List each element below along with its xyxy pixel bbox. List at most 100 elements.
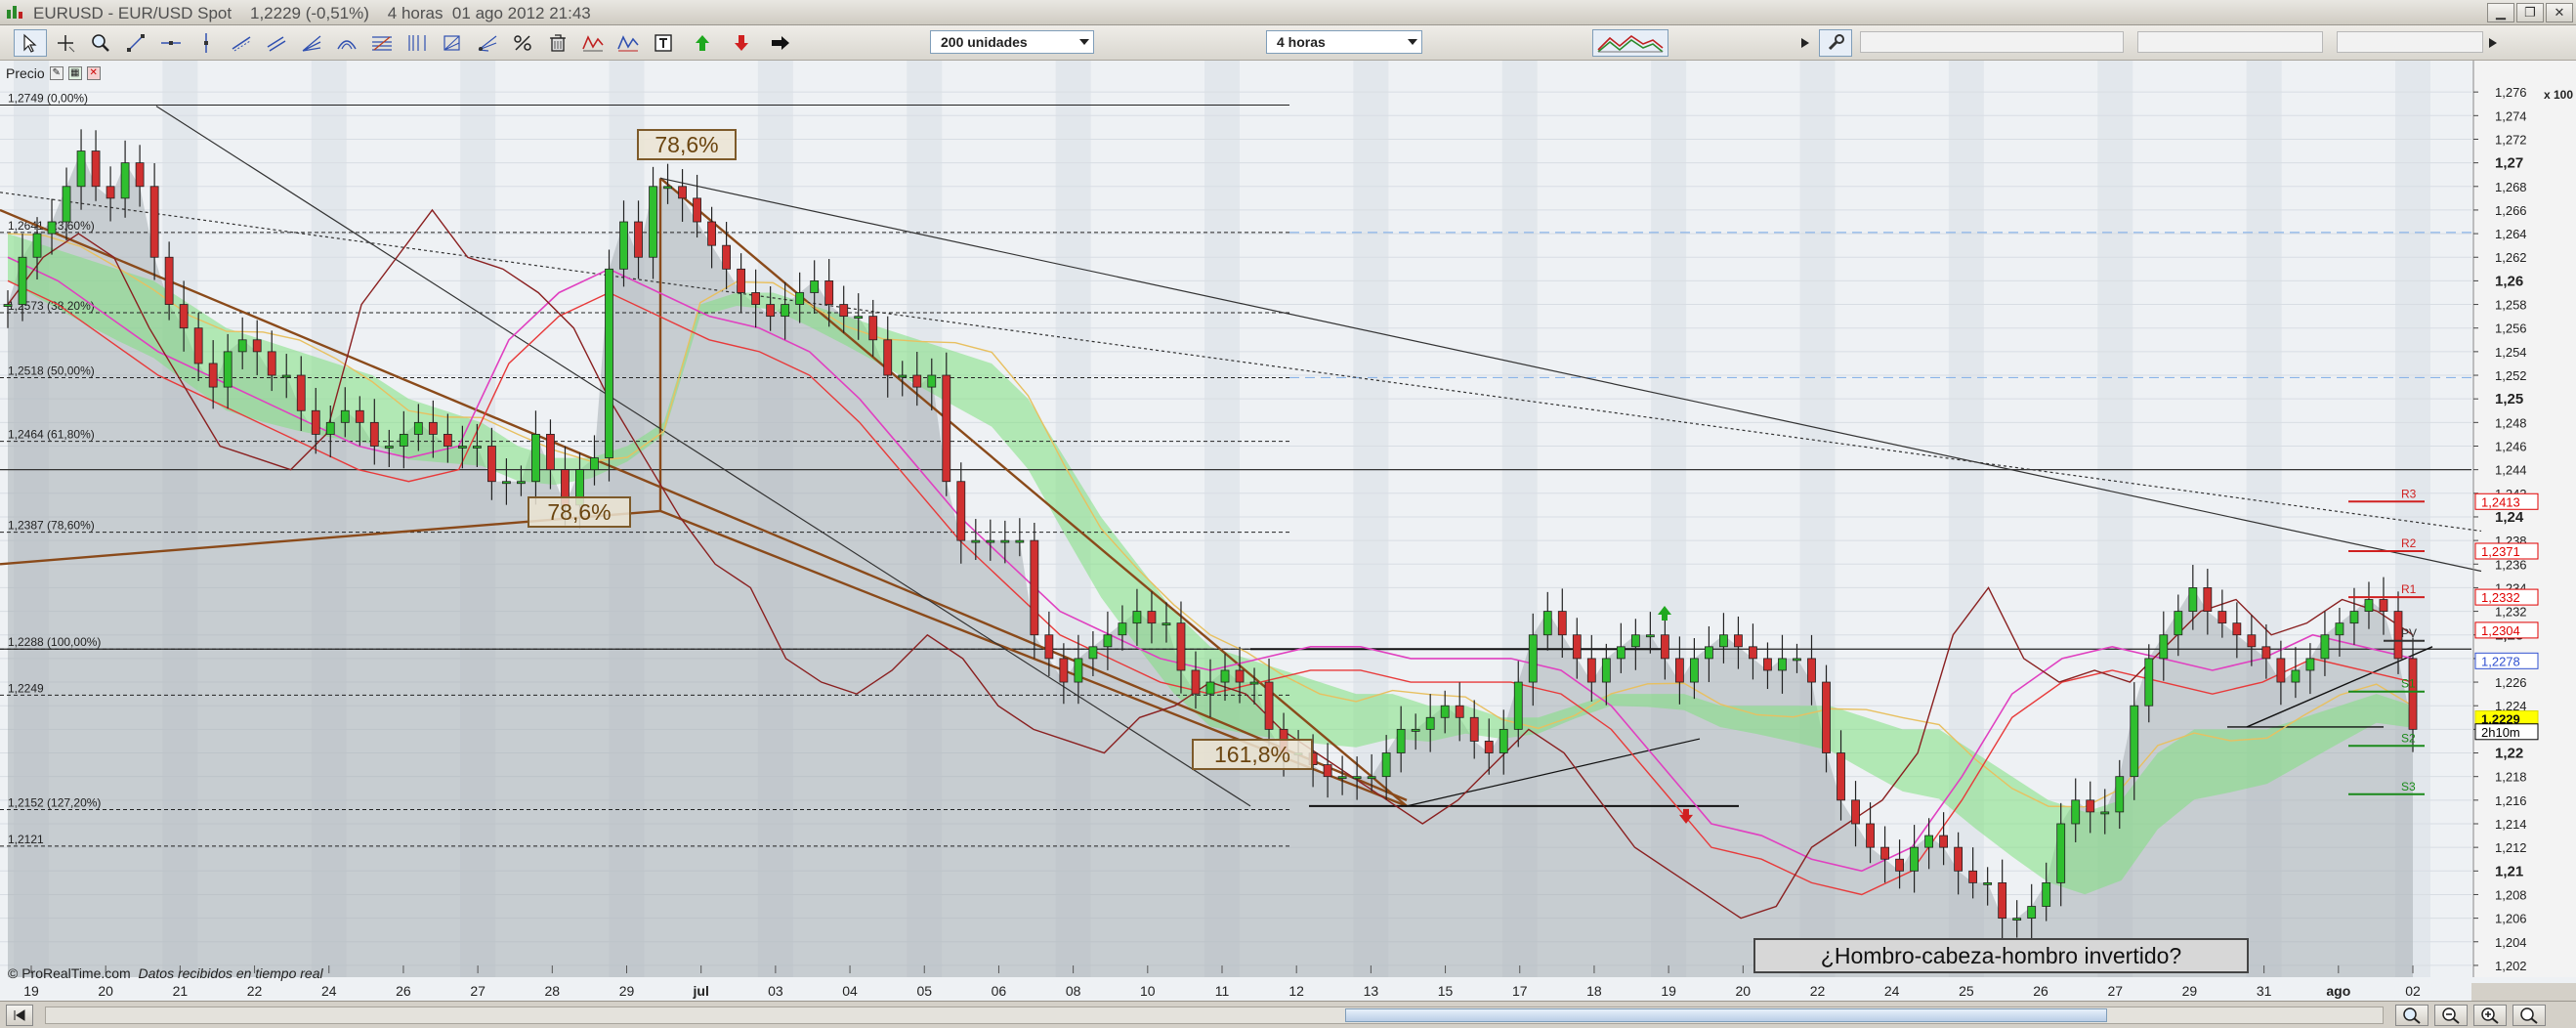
delete-tool-button[interactable]: [541, 29, 574, 57]
time-tick-label: 27: [2107, 983, 2124, 999]
cross-tool-button[interactable]: [49, 29, 82, 57]
candle-body: [810, 280, 820, 293]
magnifier-plus-icon: [2520, 1007, 2538, 1024]
chart-area[interactable]: 1,2749 (0,00%) 1,2641 (23,60%) 1,2573 (38,…: [0, 61, 2576, 983]
time-tick-label: 03: [768, 983, 783, 999]
candle-body: [296, 374, 306, 411]
price-tick-label: 1,274: [2495, 108, 2527, 123]
trend-line-tool-button[interactable]: [119, 29, 152, 57]
candle-body: [1074, 658, 1083, 683]
extra-field[interactable]: [2337, 31, 2483, 53]
units-combo[interactable]: 200 unidades: [930, 30, 1094, 54]
time-tick-label: 24: [320, 983, 337, 999]
fib-level-label: 1,2518 (50,00%): [8, 364, 95, 377]
price-tick-label: 1,244: [2495, 463, 2527, 478]
price-tick-label: 1,276: [2495, 85, 2527, 100]
wave-alt-tool-button[interactable]: [612, 29, 645, 57]
candle-body: [1572, 634, 1582, 660]
pencil-icon[interactable]: ✎: [49, 66, 63, 80]
zoom-out-button[interactable]: [2434, 1005, 2468, 1026]
candle-body: [883, 339, 893, 376]
candle-body: [971, 539, 981, 543]
close-button[interactable]: ✕: [2546, 3, 2573, 22]
magnifier-icon: [92, 34, 109, 52]
candle-body: [868, 316, 878, 341]
indicator-field[interactable]: [2137, 31, 2323, 53]
candle-body: [546, 434, 555, 471]
scroll-thumb[interactable]: [1345, 1008, 2107, 1022]
ray-tool-button[interactable]: [225, 29, 258, 57]
channel-icon: [267, 36, 286, 52]
time-tick-label: 04: [842, 983, 858, 999]
scroll-start-button[interactable]: [6, 1005, 33, 1026]
fibonacci-fan-tool-button[interactable]: [295, 29, 328, 57]
zoom-tool-button[interactable]: [84, 29, 117, 57]
candle-body: [1264, 681, 1274, 730]
pitchfork-tool-button[interactable]: [471, 29, 504, 57]
candle-body: [824, 280, 834, 305]
price-tick-label: 1,22: [2495, 746, 2523, 762]
time-tick-label: 29: [618, 983, 635, 999]
text-arc-tool-button[interactable]: [330, 29, 363, 57]
candle-body: [2305, 658, 2315, 671]
candle-body: [1352, 776, 1362, 780]
watermark-brand: © ProRealTime.com: [8, 965, 131, 981]
magnet-button[interactable]: [2513, 1005, 2546, 1026]
price-chart[interactable]: 1,2749 (0,00%)1,2641 (23,60%)1,2573 (38,…: [0, 61, 2576, 983]
play-button[interactable]: [1795, 29, 1815, 57]
fib-level-label: 1,2288 (100,00%): [8, 635, 101, 649]
time-axis: 19 20 21 22 24 26 27 28 29 jul 03 04 05 06 08 10 11 12 13 1…: [0, 983, 2471, 1001]
time-tick-label: 21: [172, 983, 189, 999]
channel-tool-button[interactable]: [260, 29, 293, 57]
price-tick-label: 1,246: [2495, 439, 2527, 453]
vertical-line-tool-button[interactable]: [190, 29, 223, 57]
price-tick-label: 1,25: [2495, 391, 2523, 407]
chart-style-icon: [1597, 35, 1664, 53]
candle-body: [649, 186, 657, 258]
buy-arrow-tool-button[interactable]: [686, 29, 719, 57]
fibonacci-retracement-tool-button[interactable]: [365, 29, 399, 57]
zoom-fit-button[interactable]: [2395, 1005, 2428, 1026]
toolbar-more-button[interactable]: [2483, 29, 2503, 57]
time-tick-label: jul: [693, 983, 709, 999]
candle-body: [2027, 906, 2037, 920]
wave-tool-button[interactable]: [576, 29, 610, 57]
price-tick-label: 1,262: [2495, 250, 2527, 265]
fib-label-low: 78,6%: [528, 496, 631, 528]
properties-icon[interactable]: ▦: [67, 66, 82, 80]
candle-body: [1601, 658, 1611, 683]
period-combo[interactable]: 4 horas: [1266, 30, 1422, 54]
minimize-button[interactable]: ▁: [2487, 3, 2514, 22]
candle-body: [2159, 634, 2169, 660]
candle-body: [47, 221, 57, 235]
candle-body: [1367, 776, 1376, 780]
candle-body: [634, 221, 643, 258]
right-arrow-tool-button[interactable]: [764, 29, 797, 57]
candle-body: [839, 304, 849, 318]
text-tool-button[interactable]: [647, 29, 680, 57]
fibonacci-time-tool-button[interactable]: [401, 29, 434, 57]
close-panel-icon[interactable]: ✕: [86, 66, 101, 80]
candle-body: [1895, 858, 1904, 872]
candle-body: [1103, 634, 1113, 648]
gann-icon: [443, 35, 460, 51]
price-tick-label: 1,236: [2495, 557, 2527, 572]
horizontal-line-tool-button[interactable]: [154, 29, 188, 57]
candle-body: [722, 244, 731, 270]
search-field[interactable]: [1860, 31, 2124, 53]
candle-body: [1381, 752, 1391, 778]
chart-style-button[interactable]: [1592, 29, 1668, 57]
candle-body: [1616, 646, 1626, 660]
pointer-tool-button[interactable]: [14, 29, 47, 57]
scroll-track[interactable]: [45, 1007, 2384, 1024]
restore-button[interactable]: ❐: [2516, 3, 2544, 22]
gann-tool-button[interactable]: [436, 29, 469, 57]
percent-tool-button[interactable]: [506, 29, 539, 57]
zoom-in-button[interactable]: [2473, 1005, 2507, 1026]
price-multiplier: x 100: [2544, 88, 2574, 102]
price-panel-header: Precio ✎ ▦ ✕: [6, 64, 101, 82]
sell-arrow-tool-button[interactable]: [725, 29, 758, 57]
settings-wrench-button[interactable]: [1819, 29, 1852, 57]
price-tick-label: 1,254: [2495, 345, 2527, 360]
candle-body: [472, 446, 482, 449]
